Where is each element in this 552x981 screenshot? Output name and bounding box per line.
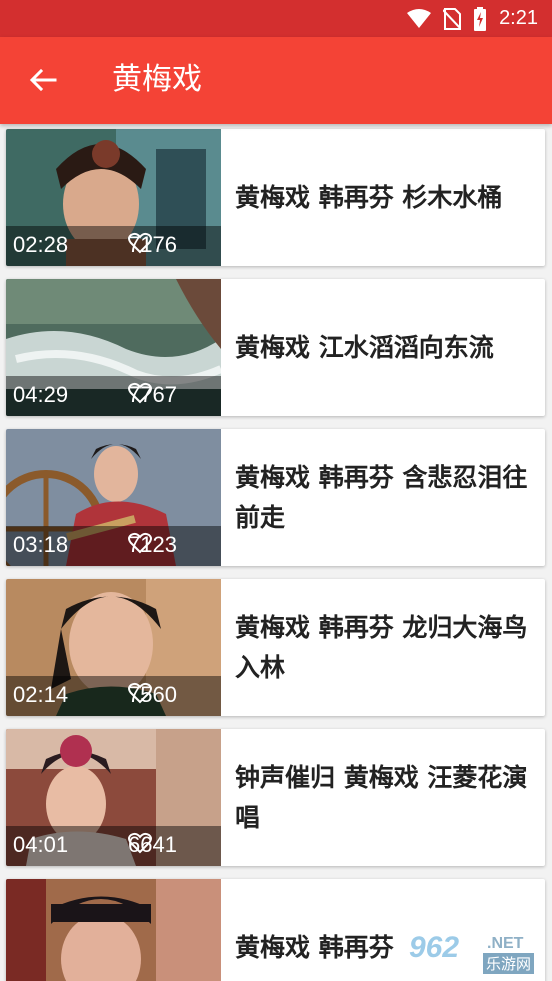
- no-sim-icon: [443, 7, 462, 30]
- status-time: 2:21: [499, 7, 538, 29]
- video-card[interactable]: 04:29 7767 黄梅戏 江水滔滔向东流: [6, 279, 545, 416]
- video-thumbnail[interactable]: 03:18 7123: [6, 429, 221, 566]
- video-card[interactable]: 04:01 6641 钟声催归 黄梅戏 汪菱花演唱: [6, 729, 545, 866]
- video-card[interactable]: 02:14 7560 黄梅戏 韩再芬 龙归大海鸟入林: [6, 579, 545, 716]
- status-bar: 2:21: [0, 0, 552, 37]
- video-title[interactable]: 钟声催归 黄梅戏 汪菱花演唱: [235, 729, 535, 866]
- video-list[interactable]: 02:28 7176 黄梅戏 韩再芬 杉木水桶 04:29 7767 黄梅戏 江…: [0, 124, 552, 981]
- thumbnail-image: [6, 879, 221, 981]
- heart-icon: [128, 682, 152, 704]
- heart-icon: [128, 232, 152, 254]
- video-card[interactable]: 03:18 7123 黄梅戏 韩再芬 含悲忍泪往前走: [6, 429, 545, 566]
- video-card[interactable]: 02:28 7176 黄梅戏 韩再芬 杉木水桶: [6, 129, 545, 266]
- video-likes: 7123: [128, 532, 177, 558]
- video-thumbnail[interactable]: 02:14 7560: [6, 579, 221, 716]
- back-button[interactable]: [26, 63, 60, 97]
- video-thumbnail[interactable]: 02:28 7176: [6, 129, 221, 266]
- watermark-number: 962: [409, 931, 460, 964]
- video-duration: 02:14: [13, 682, 69, 707]
- video-duration: 04:29: [13, 382, 69, 407]
- video-likes: 7767: [128, 382, 177, 408]
- video-title[interactable]: 黄梅戏 韩再芬 龙归大海鸟入林: [235, 579, 535, 716]
- status-icons: 2:21: [407, 0, 538, 37]
- heart-icon: [128, 382, 152, 404]
- video-thumbnail[interactable]: 04:01 6641: [6, 729, 221, 866]
- heart-icon: [128, 532, 152, 554]
- site-watermark: 962 .NET 乐游网: [409, 931, 544, 975]
- video-title[interactable]: 黄梅戏 江水滔滔向东流: [235, 279, 535, 416]
- page-title: 黄梅戏: [112, 62, 202, 97]
- video-likes: 6641: [128, 832, 177, 858]
- watermark-sub: 乐游网: [483, 953, 535, 974]
- heart-icon: [128, 832, 152, 854]
- video-thumbnail[interactable]: [6, 879, 221, 981]
- video-duration: 04:01: [13, 832, 69, 857]
- video-title[interactable]: 黄梅戏 韩再芬 杉木水桶: [235, 129, 535, 266]
- video-thumbnail[interactable]: 04:29 7767: [6, 279, 221, 416]
- arrow-left-icon: [29, 68, 57, 92]
- video-title[interactable]: 黄梅戏 韩再芬 含悲忍泪往前走: [235, 429, 535, 566]
- video-duration: 03:18: [13, 532, 69, 557]
- battery-charging-icon: [474, 6, 487, 31]
- video-likes: 7176: [128, 232, 177, 258]
- app-bar: 黄梅戏: [0, 37, 552, 124]
- video-likes: 7560: [128, 682, 177, 708]
- watermark-suffix: .NET: [487, 935, 524, 952]
- video-duration: 02:28: [13, 232, 69, 257]
- wifi-icon: [407, 8, 432, 28]
